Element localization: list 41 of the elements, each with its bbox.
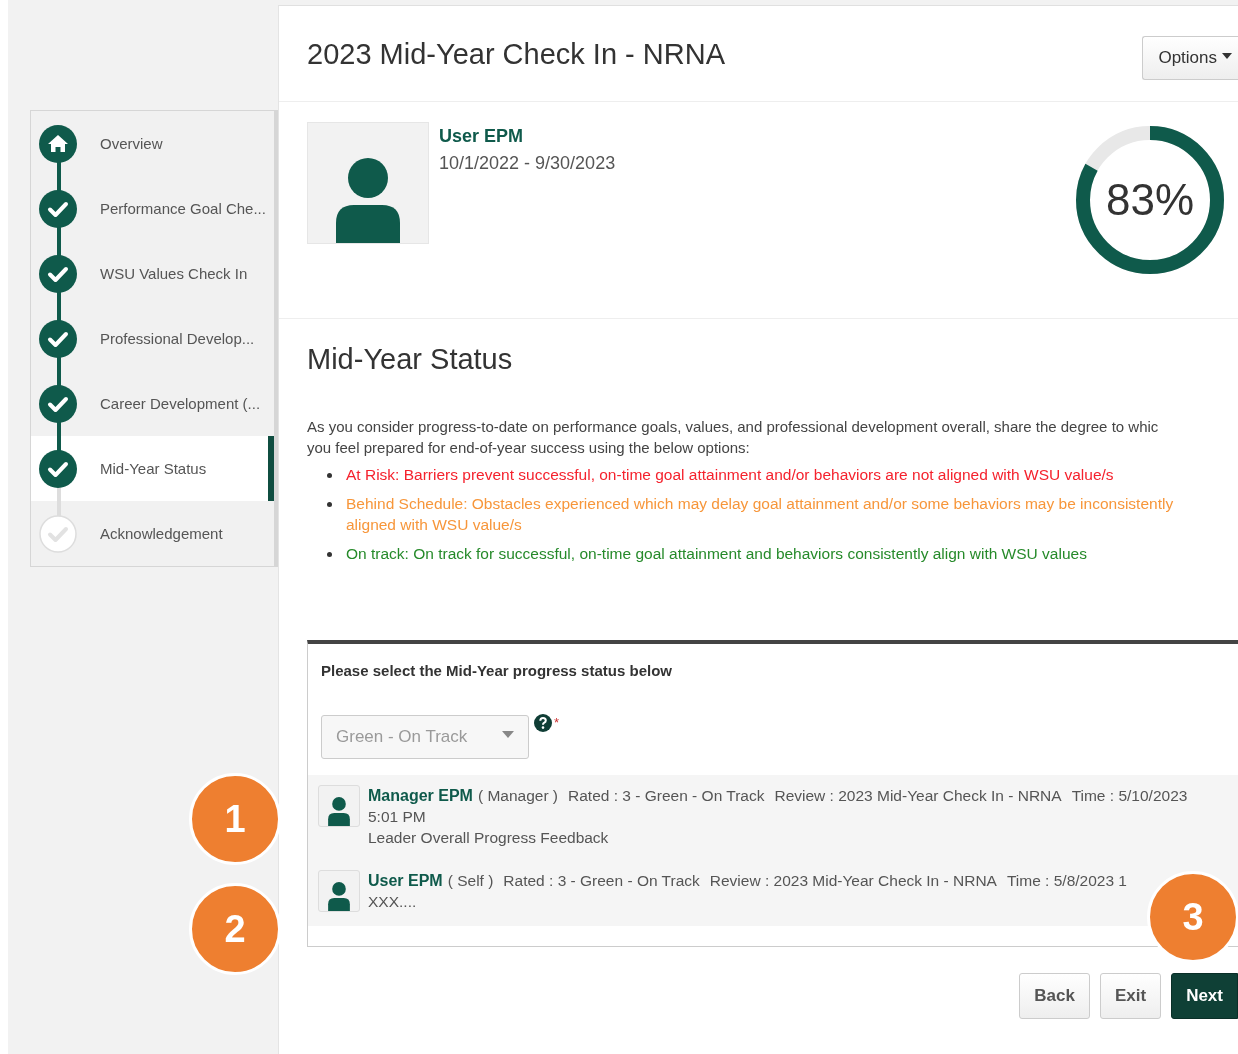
form-prompt: Please select the Mid-Year progress status below <box>320 661 673 679</box>
caret-icon <box>502 730 514 738</box>
user-name: User EPM <box>439 126 525 147</box>
next-button[interactable]: Next <box>1171 973 1238 1019</box>
progress-percent: 83% <box>1105 175 1195 225</box>
comment-text: XXX.... <box>368 892 418 912</box>
sidebar-item[interactable]: Career Development (... <box>31 371 274 436</box>
page-title: 2023 Mid-Year Check In - NRNA <box>307 38 725 71</box>
status-option: Behind Schedule: Obstacles experienced which may delay goal attainment and/or some behaviors may be inconsistently aligned with WSU value/s <box>346 493 1226 535</box>
caret-icon <box>1222 53 1232 59</box>
sidebar-item[interactable]: Overview <box>31 111 274 176</box>
required-mark: * <box>554 715 560 730</box>
help-icon[interactable] <box>534 714 552 732</box>
status-option: At Risk: Barriers prevent successful, on-time goal attainment and/or behaviors are not aligned with WSU value/s <box>346 464 1226 485</box>
comment-text: Leader Overall Progress Feedback <box>368 828 610 848</box>
sidebar-item[interactable]: Performance Goal Che... <box>31 176 274 241</box>
check-icon <box>39 514 77 553</box>
sidebar-item[interactable]: Acknowledgement <box>31 501 274 566</box>
check-icon <box>39 189 77 228</box>
sidebar-item[interactable]: WSU Values Check In <box>31 241 274 306</box>
check-icon <box>39 254 77 293</box>
comment-header: User EPM ( Self ) Rated : 3 - Green - On Track Review : 2023 Mid-Year Check In - NRNA Time : 5/8/2023 1 <box>368 871 1128 891</box>
nav-button[interactable]: Exit <box>1099 973 1162 1019</box>
check-icon <box>39 384 77 423</box>
sidebar-item[interactable]: Mid-Year Status <box>31 436 274 501</box>
number-badge: 1 <box>189 773 281 865</box>
comment-header: Manager EPM ( Manager ) Rated : 3 - Green - On Track Review : 2023 Mid-Year Check In - NRNA Time : 5/10/2023 5:01 PM <box>368 786 1189 827</box>
check-icon <box>39 319 77 358</box>
bullet-icon <box>327 502 332 507</box>
bullet-icon <box>327 473 332 478</box>
nav-button[interactable]: Back <box>1019 973 1090 1019</box>
home-icon <box>39 124 77 163</box>
review-period: 10/1/2022 - 9/30/2023 <box>439 153 617 174</box>
section-title: Mid-Year Status <box>307 343 514 376</box>
number-badge: 2 <box>189 883 281 975</box>
status-option: On track: On track for successful, on-time goal attainment and behaviors consistently align with WSU values <box>346 543 1226 564</box>
sidebar-item[interactable]: Professional Develop... <box>31 306 274 371</box>
check-icon <box>39 449 77 488</box>
intro-text: As you consider progress-to-date on performance goals, values, and professional development overall, share the degree to whic you feel prepared for end-of-year success using the below options: <box>307 417 1160 458</box>
options-button[interactable]: Options <box>1142 36 1238 80</box>
bullet-icon <box>327 552 332 557</box>
